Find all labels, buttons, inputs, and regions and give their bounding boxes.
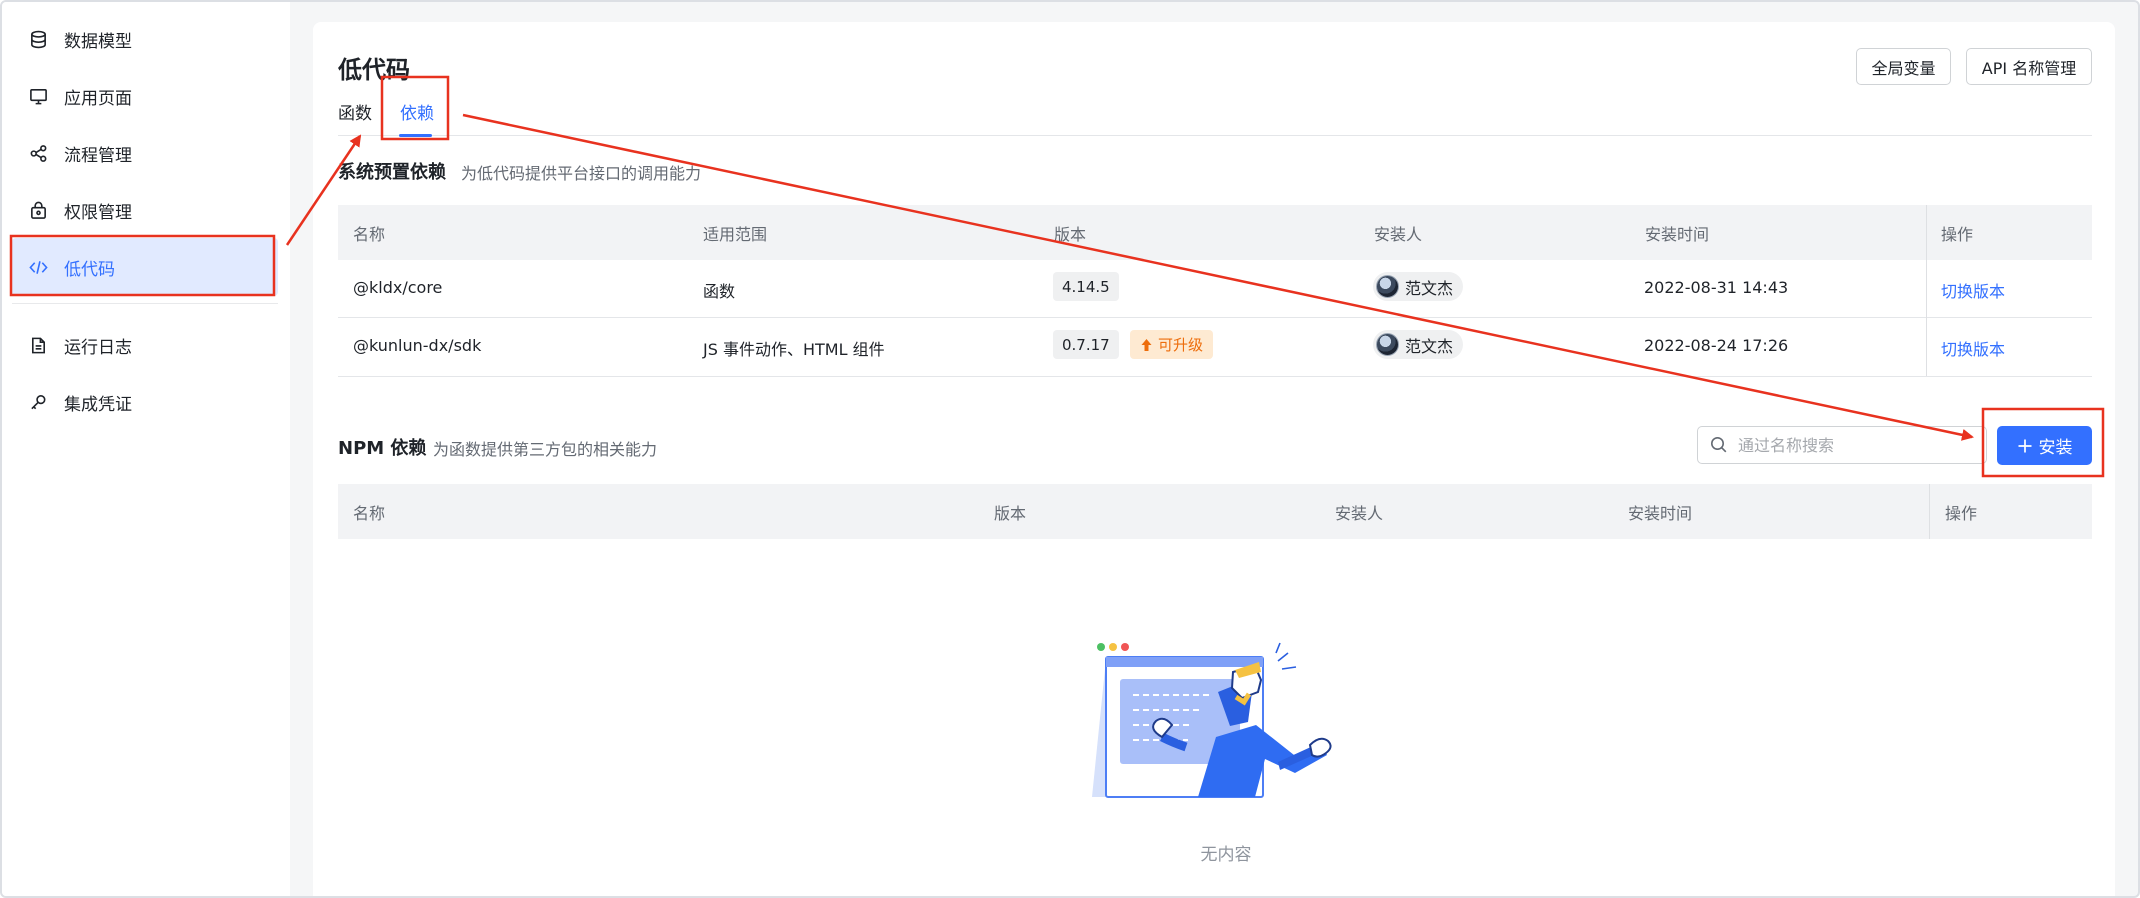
system-deps-description: 为低代码提供平台接口的调用能力 [461, 164, 702, 183]
column-header-name: 名称 [353, 225, 386, 244]
sidebar-item-process[interactable]: 流程管理 [12, 124, 278, 182]
install-label: 安装 [2038, 438, 2073, 458]
dep-scope: 函数 [703, 282, 736, 301]
switch-version-link[interactable]: 切换版本 [1941, 336, 2005, 360]
npm-search-box[interactable] [1697, 426, 1987, 464]
install-time: 2022-08-31 14:43 [1644, 278, 1789, 297]
tab-dependencies[interactable]: 依赖 [400, 99, 434, 124]
version-tag: 0.7.17 [1053, 330, 1119, 359]
empty-state-text: 无内容 [1200, 845, 1252, 865]
column-header-installer: 安装人 [1335, 504, 1384, 523]
flow-icon [28, 143, 48, 163]
sidebar-item-low-code[interactable]: 低代码 [12, 238, 278, 296]
sidebar-item-permissions[interactable]: 权限管理 [12, 181, 278, 239]
column-header-installer: 安装人 [1374, 225, 1423, 244]
tab-functions[interactable]: 函数 [338, 99, 372, 124]
page-title: 低代码 [338, 56, 410, 84]
dep-name: @kldx/core [353, 278, 443, 297]
key-icon [28, 392, 48, 412]
tabs-divider [338, 135, 2092, 136]
sidebar-item-label: 低代码 [64, 259, 115, 280]
sidebar-item-data-model[interactable]: 数据模型 [12, 10, 278, 68]
dep-name: @kunlun-dx/sdk [353, 336, 482, 355]
sidebar-item-label: 流程管理 [64, 145, 132, 166]
sidebar: 数据模型 应用页面 流程管理 权限管理 低代码 运行日志 集成凭证 [2, 2, 290, 896]
column-header-actions: 操作 [1945, 504, 1978, 523]
avatar [1376, 333, 1399, 356]
sidebar-item-app-pages[interactable]: 应用页面 [12, 67, 278, 125]
installer-chip: 范文杰 [1373, 330, 1464, 359]
column-header-name: 名称 [353, 504, 386, 523]
code-icon [28, 257, 48, 277]
empty-state-illustration [1092, 642, 1332, 798]
sidebar-item-label: 数据模型 [64, 31, 132, 52]
column-divider [1926, 260, 1927, 377]
npm-deps-table-header: 名称 版本 安装人 安装时间 操作 [338, 484, 2092, 539]
sidebar-item-label: 集成凭证 [64, 394, 132, 415]
column-divider [1929, 484, 1930, 539]
database-icon [28, 29, 48, 49]
main-panel: 低代码 全局变量 API 名称管理 函数 依赖 系统预置依赖 为低代码提供平台接… [313, 22, 2115, 896]
column-divider [1926, 205, 1927, 260]
dep-scope: JS 事件动作、HTML 组件 [703, 340, 885, 359]
column-header-version: 版本 [994, 504, 1027, 523]
column-header-install-time: 安装时间 [1628, 504, 1693, 523]
upgrade-label: 可升级 [1158, 336, 1204, 354]
app-window: 数据模型 应用页面 流程管理 权限管理 低代码 运行日志 集成凭证 低代码 全局… [0, 0, 2140, 898]
upgrade-badge[interactable]: 可升级 [1130, 330, 1214, 359]
document-icon [28, 335, 48, 355]
global-variables-button[interactable]: 全局变量 [1856, 48, 1951, 85]
sidebar-item-label: 应用页面 [64, 88, 132, 109]
sidebar-item-run-logs[interactable]: 运行日志 [12, 316, 278, 374]
sidebar-item-label: 运行日志 [64, 337, 132, 358]
lock-box-icon [28, 200, 48, 220]
sidebar-item-label: 权限管理 [64, 202, 132, 223]
install-time: 2022-08-24 17:26 [1644, 336, 1789, 355]
column-header-scope: 适用范围 [703, 225, 768, 244]
column-header-actions: 操作 [1941, 225, 1974, 244]
switch-version-link[interactable]: 切换版本 [1941, 278, 2005, 302]
row-divider [338, 317, 2092, 318]
monitor-icon [28, 86, 48, 106]
arrow-up-icon [1141, 338, 1152, 351]
system-deps-title: 系统预置依赖 [338, 162, 446, 183]
plus-icon [2018, 439, 2031, 452]
installer-name: 范文杰 [1405, 336, 1454, 356]
active-tab-indicator [399, 134, 432, 137]
sidebar-item-credentials[interactable]: 集成凭证 [12, 373, 278, 431]
system-deps-table-header: 名称 适用范围 版本 安装人 安装时间 操作 [338, 205, 2092, 260]
installer-name: 范文杰 [1405, 278, 1454, 298]
column-header-version: 版本 [1054, 225, 1087, 244]
npm-deps-description: 为函数提供第三方包的相关能力 [433, 440, 658, 459]
installer-chip: 范文杰 [1373, 272, 1464, 301]
avatar [1376, 275, 1399, 298]
api-name-management-button[interactable]: API 名称管理 [1966, 48, 2092, 85]
version-tag: 4.14.5 [1053, 272, 1119, 301]
install-button[interactable]: 安装 [1997, 426, 2092, 465]
column-header-install-time: 安装时间 [1645, 225, 1710, 244]
search-input[interactable] [1738, 435, 1968, 455]
npm-deps-title: NPM 依赖 [338, 438, 427, 459]
search-icon [1711, 437, 1727, 453]
sidebar-divider [12, 303, 278, 304]
row-divider [338, 376, 2092, 377]
